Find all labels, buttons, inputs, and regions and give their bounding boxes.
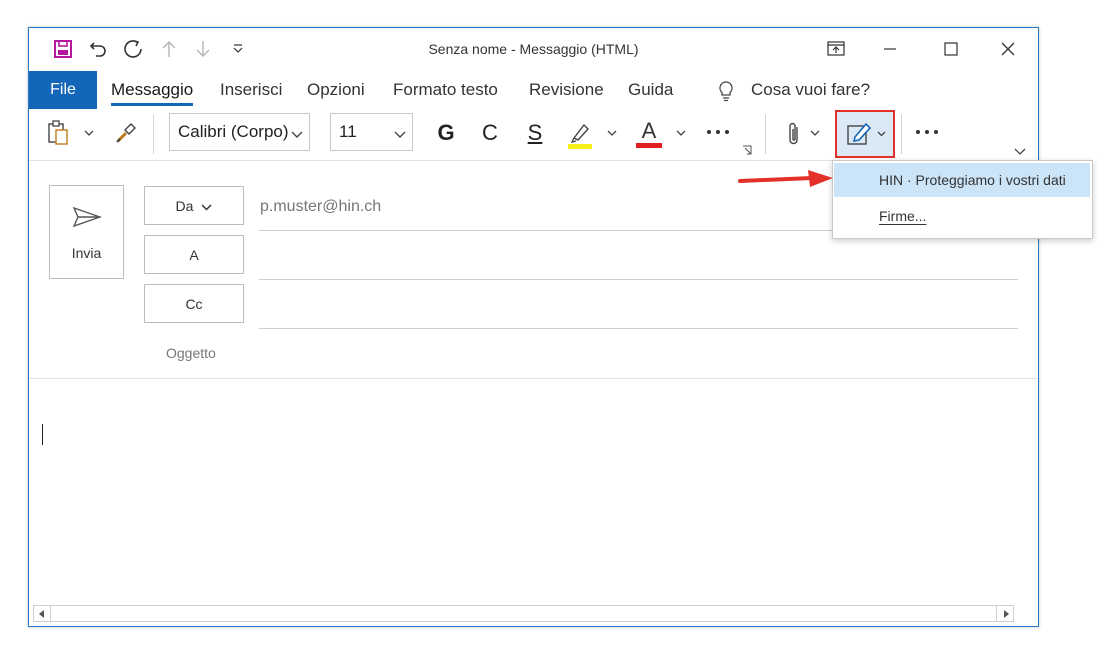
ribbon-tabs: File Messaggio Inserisci Opzioni Formato… [29,71,1038,109]
underline-button[interactable]: S [520,116,550,150]
font-color-letter: A [641,117,657,143]
chevron-down-icon [394,124,406,144]
ribbon-separator [901,114,902,154]
italic-button[interactable]: C [475,116,505,150]
dialog-launcher-icon[interactable] [741,144,753,156]
ribbon-toolbar: Calibri (Corpo) 11 G C S A [29,110,1038,161]
scrollbar-divider [996,606,997,621]
send-icon [72,206,102,233]
tell-me-search[interactable]: Cosa vuoi fare? [751,71,870,109]
signature-dropdown-chevron-icon [875,128,887,140]
body-separator [29,378,1038,379]
font-color-button[interactable]: A [633,114,665,152]
chevron-down-icon [291,124,303,144]
paste-dropdown-chevron-icon[interactable] [82,126,96,140]
cc-button[interactable]: Cc [144,284,244,323]
ribbon-separator [153,114,154,154]
signature-pen-icon [845,119,873,149]
font-size-value: 11 [339,122,357,141]
lightbulb-icon [714,79,738,103]
close-icon[interactable] [985,34,1031,64]
highlight-dropdown-chevron-icon[interactable] [605,126,619,140]
send-label: Invia [71,245,102,261]
title-bar: Senza nome - Messaggio (HTML) [29,28,1038,70]
tab-guida[interactable]: Guida [628,71,673,109]
font-name-value: Calibri (Corpo) [178,122,289,141]
scrollbar-divider [50,606,51,621]
text-cursor [42,424,43,445]
attach-dropdown-chevron-icon[interactable] [808,126,822,140]
font-color-dropdown-chevron-icon[interactable] [674,126,688,140]
highlight-color-icon[interactable] [564,116,596,152]
from-button[interactable]: Da [144,186,244,225]
maximize-icon[interactable] [928,34,974,64]
send-button[interactable]: Invia [49,185,124,279]
tab-file[interactable]: File [29,71,97,109]
font-color-swatch [636,142,662,148]
bold-button[interactable]: G [431,116,461,150]
signature-dropdown-menu: HIN · Proteggiamo i vostri dati Firme... [832,160,1093,239]
chevron-down-icon [201,198,212,214]
subject-label: Oggetto [166,345,216,361]
tab-revisione[interactable]: Revisione [529,71,604,109]
tab-messaggio[interactable]: Messaggio [111,71,194,109]
ribbon-expand-chevron-icon[interactable] [1012,146,1028,158]
more-format-options-icon[interactable] [701,122,735,142]
scroll-right-icon[interactable] [998,606,1013,621]
tab-inserisci[interactable]: Inserisci [220,71,282,109]
horizontal-scrollbar[interactable] [33,605,1014,622]
ribbon-display-options-icon[interactable] [813,34,859,64]
to-button[interactable]: A [144,235,244,274]
format-painter-icon[interactable] [112,119,140,147]
from-label: Da [175,197,194,214]
tab-formato-testo[interactable]: Formato testo [393,71,498,109]
annotation-arrow-icon [738,168,834,190]
tab-opzioni[interactable]: Opzioni [307,71,365,109]
ribbon-separator [765,114,766,154]
cc-field[interactable] [259,328,1018,329]
font-size-select[interactable]: 11 [330,113,413,151]
font-name-select[interactable]: Calibri (Corpo) [169,113,310,151]
attach-file-icon[interactable] [781,118,807,150]
more-commands-icon[interactable] [912,122,942,142]
signature-item-hin[interactable]: HIN · Proteggiamo i vostri dati [834,163,1090,197]
paste-icon[interactable] [43,118,73,148]
from-address: p.muster@hin.ch [260,198,382,215]
to-field[interactable] [259,279,1018,280]
minimize-icon[interactable] [867,34,913,64]
scroll-left-icon[interactable] [34,606,49,621]
signature-button[interactable] [835,110,895,158]
outlook-message-window: Senza nome - Messaggio (HTML) File Messa… [28,27,1039,627]
signatures-settings-item[interactable]: Firme... [834,199,1090,233]
